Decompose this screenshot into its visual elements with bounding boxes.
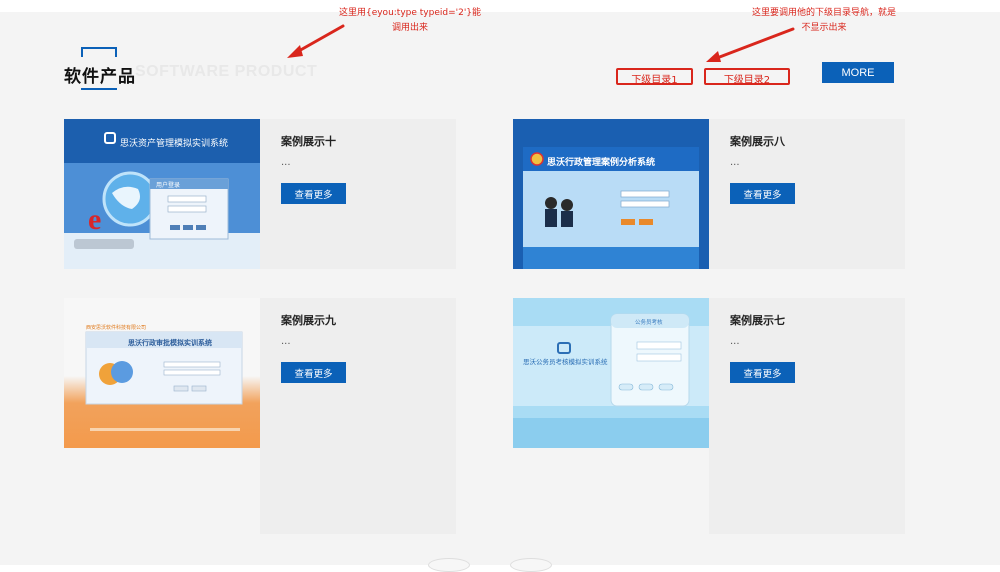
product-thumbnail[interactable]: 思沃资产管理模拟实训系统 e 用户登录 [64, 119, 260, 269]
thumbnail-title: 思沃行政审批模拟实训系统 [128, 339, 212, 347]
product-name[interactable]: 案例展示七 [730, 312, 785, 328]
logo-icon [104, 132, 116, 144]
product-thumbnail[interactable]: 思沃行政管理案例分析系统 [513, 119, 709, 269]
product-name[interactable]: 案例展示八 [730, 133, 785, 149]
product-name[interactable]: 案例展示九 [281, 312, 336, 328]
view-more-button[interactable]: 查看更多 [281, 362, 346, 383]
product-desc: ... [281, 336, 291, 347]
product-desc: ... [281, 157, 291, 168]
title-underline [81, 88, 117, 90]
product-name[interactable]: 案例展示十 [281, 133, 336, 149]
view-more-button[interactable]: 查看更多 [730, 362, 795, 383]
admin-illustration [513, 119, 709, 269]
thumbnail-title: 思沃公务员考核模拟实训系统 [523, 358, 608, 366]
view-more-button[interactable]: 查看更多 [281, 183, 346, 204]
left-annotation: 这里用{eyou:type typeid='2'}能 调用出来 [325, 6, 495, 36]
right-annotation-line1: 这里要调用他的下级目录导航，就是 [751, 8, 896, 18]
approval-illustration [85, 331, 243, 431]
product-info: 案例展示九 ... 查看更多 [260, 298, 456, 534]
product-desc: ... [730, 157, 740, 168]
left-annotation-line1: 这里用{eyou:type typeid='2'}能 [338, 8, 482, 18]
more-button[interactable]: MORE [822, 62, 894, 83]
view-more-button[interactable]: 查看更多 [730, 183, 795, 204]
logo-icon [557, 342, 571, 354]
thumbnail-title: 思沃行政管理案例分析系统 [547, 158, 656, 168]
product-thumbnail[interactable]: 思沃公务员考核模拟实训系统 公务员考核 [513, 298, 709, 448]
product-info: 案例展示七 ... 查看更多 [709, 298, 905, 534]
pagination-dot[interactable] [510, 558, 552, 572]
thumbnail-title: 思沃资产管理模拟实训系统 [120, 139, 229, 149]
title-decoration [81, 47, 117, 57]
product-info: 案例展示十 ... 查看更多 [260, 119, 456, 269]
left-annotation-line2: 调用出来 [391, 23, 428, 33]
globe-illustration: e [64, 163, 260, 269]
section-title-en: SOFTWARE PRODUCT [135, 63, 318, 80]
section-title: 软件产品 [64, 67, 136, 87]
svg-text:e: e [88, 203, 101, 236]
subnav-item-2[interactable]: 下级目录2 [704, 68, 790, 86]
product-desc: ... [730, 336, 740, 347]
right-annotation: 这里要调用他的下级目录导航，就是 不显示出来 [734, 6, 914, 36]
login-title: 公务员考核 [635, 320, 663, 326]
subnav-item-1[interactable]: 下级目录1 [616, 68, 693, 86]
product-thumbnail[interactable]: 西安思沃软件科技有限公司 思沃行政审批模拟实训系统 [64, 298, 260, 448]
right-annotation-line2: 不显示出来 [801, 23, 847, 33]
product-info: 案例展示八 ... 查看更多 [709, 119, 905, 269]
pagination-dot[interactable] [428, 558, 470, 572]
login-title: 用户登录 [156, 182, 181, 189]
civil-exam-illustration [513, 298, 709, 448]
